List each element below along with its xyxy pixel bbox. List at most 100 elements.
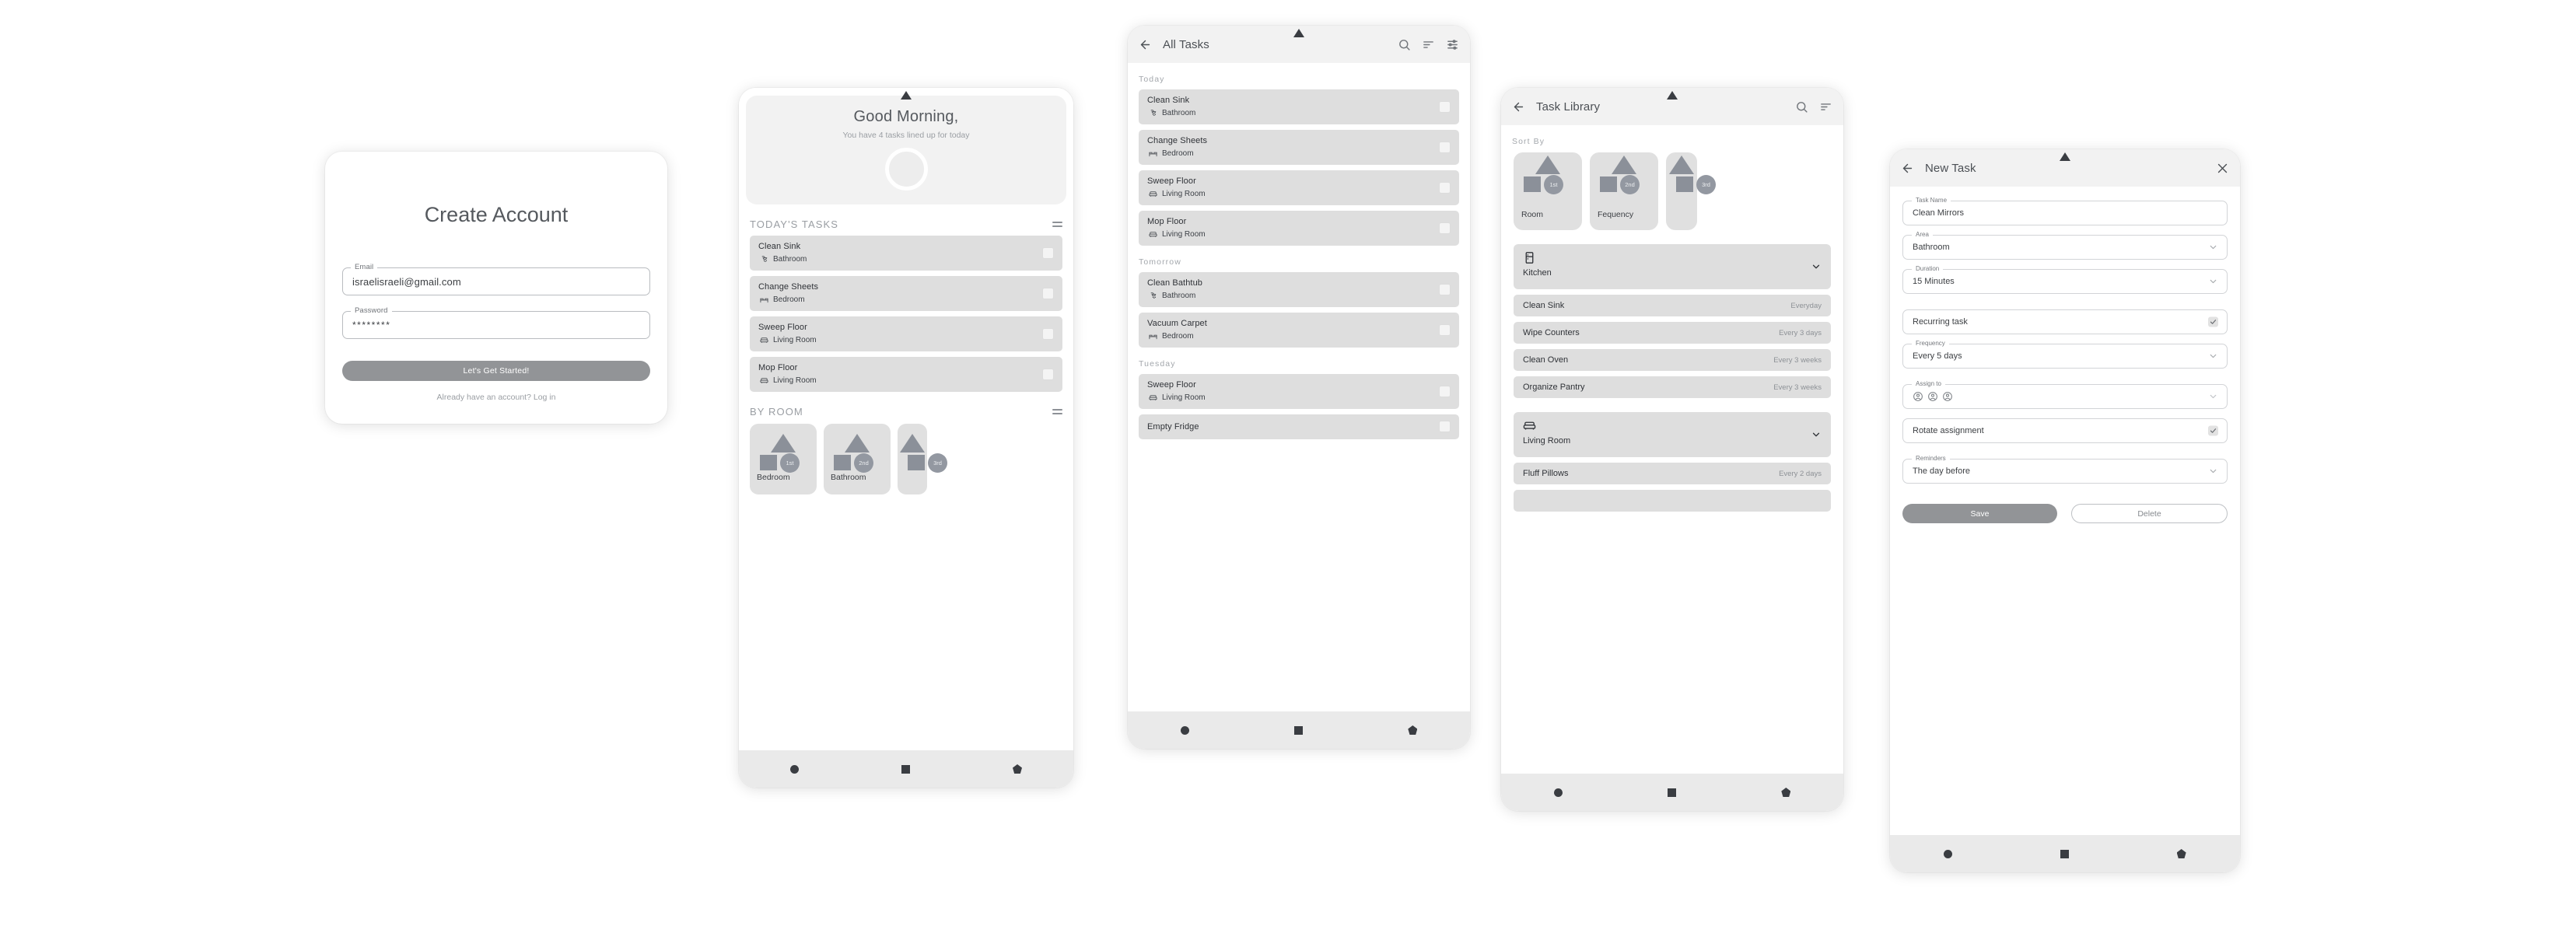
task-checkbox[interactable] — [1439, 100, 1451, 113]
task-checkbox[interactable] — [1439, 385, 1451, 397]
area-field[interactable]: Area Bathroom — [1902, 231, 2228, 260]
frequency-field[interactable]: Frequency Every 5 days — [1902, 340, 2228, 369]
square-shape — [760, 455, 777, 470]
by-room-label: By Room — [750, 406, 803, 418]
library-row-partial[interactable] — [1514, 490, 1831, 512]
sort-icon[interactable] — [1422, 38, 1435, 51]
task-row[interactable]: Clean Sink Bathroom — [750, 236, 1062, 271]
pentagon-glyph-icon[interactable] — [1781, 788, 1791, 797]
library-row[interactable]: Wipe Counters Every 3 days — [1514, 322, 1831, 344]
library-row[interactable]: Organize Pantry Every 3 weeks — [1514, 376, 1831, 398]
library-row[interactable]: Fluff Pillows Every 2 days — [1514, 463, 1831, 484]
task-checkbox[interactable] — [1439, 421, 1451, 432]
square-glyph-icon[interactable] — [2060, 849, 2069, 858]
triangle-glyph-icon[interactable] — [1293, 29, 1304, 37]
chevron-down-icon[interactable] — [2208, 392, 2218, 402]
arrow-left-icon[interactable] — [1901, 162, 1914, 175]
rotate-assignment-checkbox[interactable] — [2208, 425, 2218, 436]
arrow-left-icon[interactable] — [1139, 38, 1152, 51]
email-field[interactable]: Email israelisraeli@gmail.com — [342, 263, 650, 295]
filter-icon[interactable] — [1446, 38, 1459, 51]
task-row[interactable]: Sweep Floor Living Room — [1139, 374, 1459, 409]
avatar-icon[interactable] — [1913, 391, 1923, 402]
task-row[interactable]: Change Sheets Bedroom — [1139, 130, 1459, 165]
task-row[interactable]: Sweep Floor Living Room — [750, 316, 1062, 351]
rotate-assignment-toggle[interactable]: Rotate assignment — [1902, 418, 2228, 443]
library-row[interactable]: Clean Oven Every 3 weeks — [1514, 349, 1831, 371]
sort-icon[interactable] — [1819, 100, 1832, 114]
duration-field[interactable]: Duration 15 Minutes — [1902, 265, 2228, 294]
circle-glyph-icon[interactable] — [1180, 725, 1189, 735]
task-row[interactable]: Empty Fridge — [1139, 414, 1459, 439]
arrow-left-icon[interactable] — [1512, 100, 1525, 114]
task-row[interactable]: Mop Floor Living Room — [1139, 211, 1459, 246]
get-started-button[interactable]: Let's Get Started! — [342, 361, 650, 381]
square-glyph-icon[interactable] — [901, 764, 910, 774]
task-checkbox[interactable] — [1439, 222, 1451, 234]
room-section-header-living-room[interactable]: Living Room — [1514, 412, 1831, 457]
pentagon-glyph-icon[interactable] — [2176, 849, 2186, 858]
task-name: Clean Sink — [758, 242, 801, 251]
task-checkbox[interactable] — [1042, 287, 1054, 299]
task-name-field[interactable]: Task Name Clean Mirrors — [1902, 197, 2228, 225]
square-glyph-icon[interactable] — [1293, 725, 1303, 735]
search-icon[interactable] — [1398, 38, 1411, 51]
chevron-down-icon[interactable] — [1811, 261, 1822, 272]
recurring-task-toggle[interactable]: Recurring task — [1902, 309, 2228, 334]
circle-glyph-icon[interactable] — [1944, 849, 1953, 858]
task-checkbox[interactable] — [1439, 141, 1451, 153]
task-checkbox[interactable] — [1439, 323, 1451, 336]
room-section-header-kitchen[interactable]: Kitchen — [1514, 244, 1831, 289]
circle-glyph-icon[interactable] — [1553, 788, 1563, 797]
pentagon-glyph-icon[interactable] — [1013, 764, 1022, 774]
reminders-field[interactable]: Reminders The day before — [1902, 455, 2228, 484]
triangle-glyph-icon[interactable] — [901, 91, 912, 100]
pentagon-glyph-icon[interactable] — [1408, 725, 1418, 735]
task-row[interactable]: Vacuum Carpet Bedroom — [1139, 313, 1459, 348]
task-checkbox[interactable] — [1042, 327, 1054, 340]
sofa-icon — [760, 337, 768, 343]
task-checkbox[interactable] — [1042, 368, 1054, 380]
login-link[interactable]: Already have an account? Log in — [342, 393, 650, 402]
sort-card-partial[interactable]: 3rd — [1666, 152, 1716, 230]
save-button[interactable]: Save — [1902, 504, 2057, 523]
triangle-glyph-icon[interactable] — [2060, 152, 2070, 161]
area-label: Area — [1912, 231, 1933, 238]
triangle-glyph-icon[interactable] — [1667, 91, 1678, 100]
chevron-down-icon[interactable] — [2208, 243, 2218, 253]
task-row[interactable]: Mop Floor Living Room — [750, 357, 1062, 392]
room-card[interactable]: 2nd Bathroom — [824, 424, 891, 494]
sort-by-rail[interactable]: 1st Room 2nd Fequency 3rd — [1501, 152, 1843, 230]
assign-to-field[interactable]: Assign to — [1902, 380, 2228, 409]
room-placeholder-art: 2nd — [824, 431, 891, 473]
list-options-icon[interactable] — [1052, 222, 1062, 227]
delete-button[interactable]: Delete — [2071, 504, 2228, 523]
chevron-down-icon[interactable] — [2208, 277, 2218, 287]
library-row[interactable]: Clean Sink Everyday — [1514, 295, 1831, 316]
task-row[interactable]: Clean Sink Bathroom — [1139, 89, 1459, 124]
task-checkbox[interactable] — [1042, 246, 1054, 259]
task-row[interactable]: Clean Bathtub Bathroom — [1139, 272, 1459, 307]
close-icon[interactable] — [2216, 162, 2229, 175]
task-checkbox[interactable] — [1439, 181, 1451, 194]
avatar-icon[interactable] — [1942, 391, 1953, 402]
avatar-icon[interactable] — [1927, 391, 1938, 402]
task-row[interactable]: Change Sheets Bedroom — [750, 276, 1062, 311]
password-field[interactable]: Password ******** — [342, 306, 650, 339]
task-row[interactable]: Sweep Floor Living Room — [1139, 170, 1459, 205]
room-card[interactable]: 1st Bedroom — [750, 424, 817, 494]
chevron-down-icon[interactable] — [1811, 429, 1822, 440]
search-icon[interactable] — [1795, 100, 1808, 114]
recurring-task-checkbox[interactable] — [2208, 316, 2218, 327]
phone-frame-home: Good Morning, You have 4 tasks lined up … — [739, 88, 1073, 788]
chevron-down-icon[interactable] — [2208, 351, 2218, 362]
sort-card[interactable]: 1st Room — [1514, 152, 1582, 230]
task-checkbox[interactable] — [1439, 283, 1451, 295]
sort-card[interactable]: 2nd Fequency — [1590, 152, 1658, 230]
room-card-rail[interactable]: 1st Bedroom 2nd Bathroom 3rd — [739, 424, 1073, 494]
chevron-down-icon[interactable] — [2208, 467, 2218, 477]
room-card-partial[interactable]: 3rd — [898, 424, 947, 494]
room-options-icon[interactable] — [1052, 409, 1062, 414]
circle-glyph-icon[interactable] — [790, 764, 799, 774]
square-glyph-icon[interactable] — [1667, 788, 1676, 797]
